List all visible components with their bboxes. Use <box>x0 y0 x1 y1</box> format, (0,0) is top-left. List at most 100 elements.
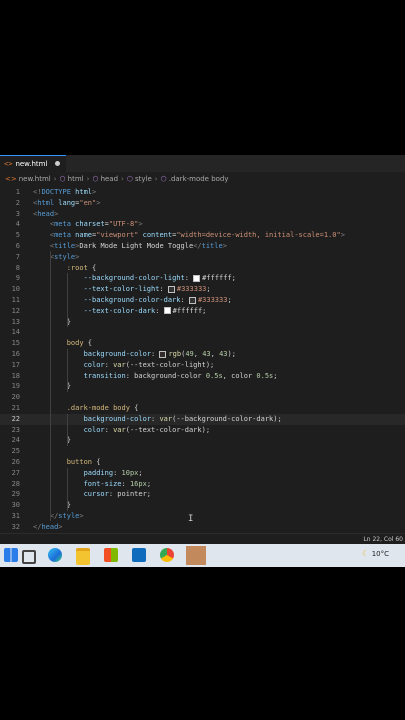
code-line[interactable]: 16 background-color: rgb(49, 43, 43); <box>0 349 405 360</box>
chevron-right-icon: › <box>86 175 90 183</box>
code-text: color: var(--text-color-light); <box>83 360 215 369</box>
code-text: </head> <box>33 522 63 531</box>
code-text: <style> <box>49 252 80 261</box>
vscode-icon[interactable] <box>186 546 206 565</box>
line-number: 16 <box>11 350 20 358</box>
code-line[interactable]: 31 </style> <box>0 511 405 522</box>
indent-guide <box>50 251 51 521</box>
code-line[interactable]: 24 } <box>0 435 405 446</box>
breadcrumb-item[interactable]: style <box>135 175 152 183</box>
code-text: <meta name="viewport" content="width=dev… <box>49 231 345 240</box>
weather-temp: 10°C <box>371 550 390 558</box>
line-number: 13 <box>11 317 20 326</box>
code-line[interactable]: 29 cursor: pointer; <box>0 489 405 500</box>
weather-widget[interactable]: ☾ 10°C <box>362 549 389 558</box>
line-number: 29 <box>11 490 20 499</box>
code-line[interactable]: 4 <meta charset="UTF-8"> <box>0 219 405 230</box>
code-line[interactable]: 5 <meta name="viewport" content="width=d… <box>0 230 405 241</box>
code-text: --text-color-dark: #ffffff; <box>83 306 207 315</box>
line-number: 10 <box>11 285 20 294</box>
code-line[interactable]: 14 <box>0 327 405 338</box>
chrome-icon[interactable] <box>160 548 174 562</box>
code-text: button { <box>66 458 101 466</box>
breadcrumb-item[interactable]: .dark-mode body <box>169 175 229 183</box>
code-line[interactable]: 21 .dark-mode body { <box>0 403 405 414</box>
code-line[interactable]: 1 <!DOCTYPE html> <box>0 187 405 198</box>
windows-start-icon[interactable] <box>4 548 18 562</box>
code-editor[interactable]: 32 </head> 31 </style> 30 } 29 cursor: point… <box>0 187 405 533</box>
line-number: 14 <box>11 328 20 337</box>
code-line[interactable]: 22 background-color: var(--background-co… <box>0 413 405 425</box>
line-number: 3 <box>15 209 20 218</box>
breadcrumb-item[interactable]: html <box>68 175 84 183</box>
code-line[interactable]: 8 :root { <box>0 263 405 274</box>
code-line[interactable]: 32 </head> <box>0 522 405 533</box>
line-number: 21 <box>11 404 20 412</box>
task-view-icon[interactable] <box>22 550 36 564</box>
code-text: <title>Dark Mode Light Mode Toggle</titl… <box>49 242 227 250</box>
line-number: 25 <box>11 447 20 456</box>
indent-guide <box>67 468 68 511</box>
taskbar: ☾ 10°C <box>0 544 405 567</box>
html-file-icon: <> <box>5 175 17 183</box>
line-number: 9 <box>15 274 20 283</box>
moon-icon: ☾ <box>362 549 370 558</box>
code-line[interactable]: 12 --text-color-dark: #ffffff; <box>0 306 405 317</box>
code-text: --background-color-dark: #333333; <box>83 296 232 304</box>
color-swatch-icon[interactable] <box>188 296 196 304</box>
indent-guide <box>67 273 68 327</box>
code-text: body { <box>66 339 93 348</box>
code-text: .dark-mode body { <box>66 404 139 412</box>
code-line[interactable]: 17 color: var(--text-color-light); <box>0 360 405 371</box>
code-line[interactable]: 28 font-size: 16px; <box>0 479 405 490</box>
mouse-cursor-icon: I <box>188 514 194 524</box>
code-text: </style> <box>49 512 84 520</box>
line-number: 22 <box>11 414 20 423</box>
edge-icon[interactable] <box>48 548 62 562</box>
unsaved-dot-icon[interactable] <box>55 161 60 166</box>
store-icon[interactable] <box>104 548 118 562</box>
code-text: } <box>33 317 71 326</box>
color-swatch-icon[interactable] <box>167 285 175 293</box>
breadcrumb-item[interactable]: head <box>101 175 118 183</box>
code-line[interactable]: 13 } <box>0 317 405 328</box>
code-text: :root { <box>66 263 97 272</box>
color-swatch-icon[interactable] <box>193 274 201 282</box>
code-line[interactable]: 30 } <box>0 500 405 511</box>
code-line[interactable]: 7 <style> <box>0 252 405 263</box>
code-line[interactable]: 23 color: var(--text-color-dark); <box>0 425 405 436</box>
code-line[interactable]: 19 } <box>0 381 405 392</box>
symbol-icon: ⬡ <box>126 175 133 183</box>
line-number: 5 <box>15 231 20 240</box>
code-line[interactable]: 6 <title>Dark Mode Light Mode Toggle</ti… <box>0 241 405 252</box>
line-number: 20 <box>11 393 20 402</box>
line-number: 7 <box>15 252 20 261</box>
code-line[interactable]: 20 <box>0 392 405 403</box>
cursor-position[interactable]: Ln 22, Col 60 <box>363 536 403 543</box>
code-line[interactable]: 18 transition: background-color 0.5s, co… <box>0 371 405 382</box>
chevron-right-icon: › <box>154 175 158 183</box>
file-explorer-icon[interactable] <box>76 548 90 565</box>
line-number: 24 <box>11 436 20 445</box>
chevron-right-icon: › <box>121 175 124 183</box>
breadcrumb-file[interactable]: new.html <box>19 175 51 183</box>
line-number: 28 <box>11 479 20 488</box>
color-swatch-icon[interactable] <box>163 307 171 315</box>
code-text: } <box>33 382 71 391</box>
code-line[interactable]: 25 <box>0 446 405 457</box>
code-line[interactable]: 10 --text-color-light: #333333; <box>0 284 405 295</box>
line-number: 12 <box>11 306 20 315</box>
code-line[interactable]: 26 button { <box>0 457 405 468</box>
code-line[interactable]: 9 --background-color-light: #ffffff; <box>0 273 405 284</box>
code-line[interactable]: 2 <html lang="en"> <box>0 198 405 209</box>
code-line[interactable]: 27 padding: 10px; <box>0 468 405 479</box>
color-swatch-icon[interactable] <box>159 350 167 358</box>
html-file-icon: <> <box>4 160 13 168</box>
line-number: 1 <box>15 188 20 196</box>
mail-icon[interactable] <box>132 548 146 562</box>
code-line[interactable]: 11 --background-color-dark: #333333; <box>0 295 405 306</box>
tab-new-html[interactable]: <> new.html <box>0 155 66 172</box>
code-line[interactable]: 15 body { <box>0 338 405 349</box>
line-number: 27 <box>11 468 20 477</box>
code-line[interactable]: 3 <head> <box>0 209 405 220</box>
